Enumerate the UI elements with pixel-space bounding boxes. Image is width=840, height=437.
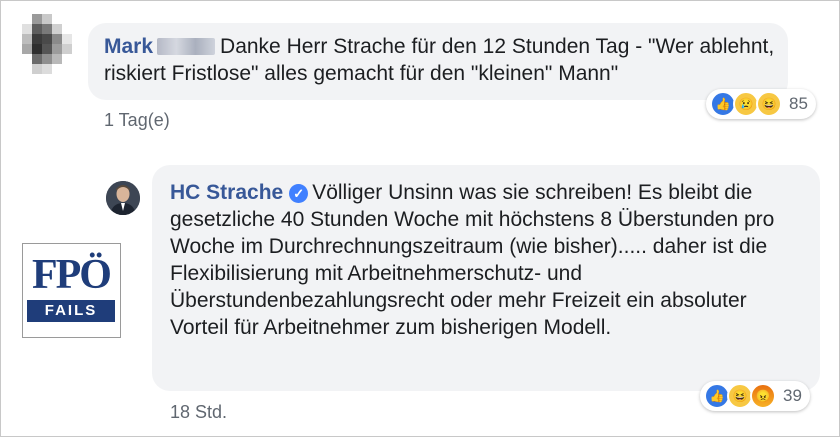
reply-bubble: HC Strache ✓ Völliger Unsinn was sie schre… xyxy=(152,165,820,391)
reply-text: Völliger Unsinn was sie schreiben! Es bl… xyxy=(170,181,775,339)
watermark-line1: FPÖ xyxy=(32,252,112,298)
commenter-avatar-pixelated[interactable] xyxy=(22,14,72,74)
reply-reaction-summary[interactable]: 👍 😆 😠 39 xyxy=(700,381,810,411)
reaction-count: 85 xyxy=(789,94,808,113)
comment-bubble: Mark Danke Herr Strache für den 12 Stunde… xyxy=(88,23,788,100)
angry-icon: 😠 xyxy=(750,383,776,409)
fpo-fails-watermark-logo: FPÖ FAILS xyxy=(22,243,121,338)
verified-badge-icon: ✓ xyxy=(289,184,309,203)
reply-author-name[interactable]: HC Strache xyxy=(170,181,283,204)
reaction-summary[interactable]: 👍 😢 😆 85 xyxy=(706,89,816,119)
reply-reaction-count: 39 xyxy=(783,386,802,405)
reply-author-avatar[interactable] xyxy=(106,181,140,215)
reply-timestamp[interactable]: 18 Std. xyxy=(170,402,227,423)
author-surname-redacted xyxy=(157,38,216,55)
comment-author-name[interactable]: Mark xyxy=(104,35,153,58)
comment-timestamp[interactable]: 1 Tag(e) xyxy=(104,110,170,131)
watermark-line2: FAILS xyxy=(27,300,115,322)
haha-icon: 😆 xyxy=(756,91,782,117)
